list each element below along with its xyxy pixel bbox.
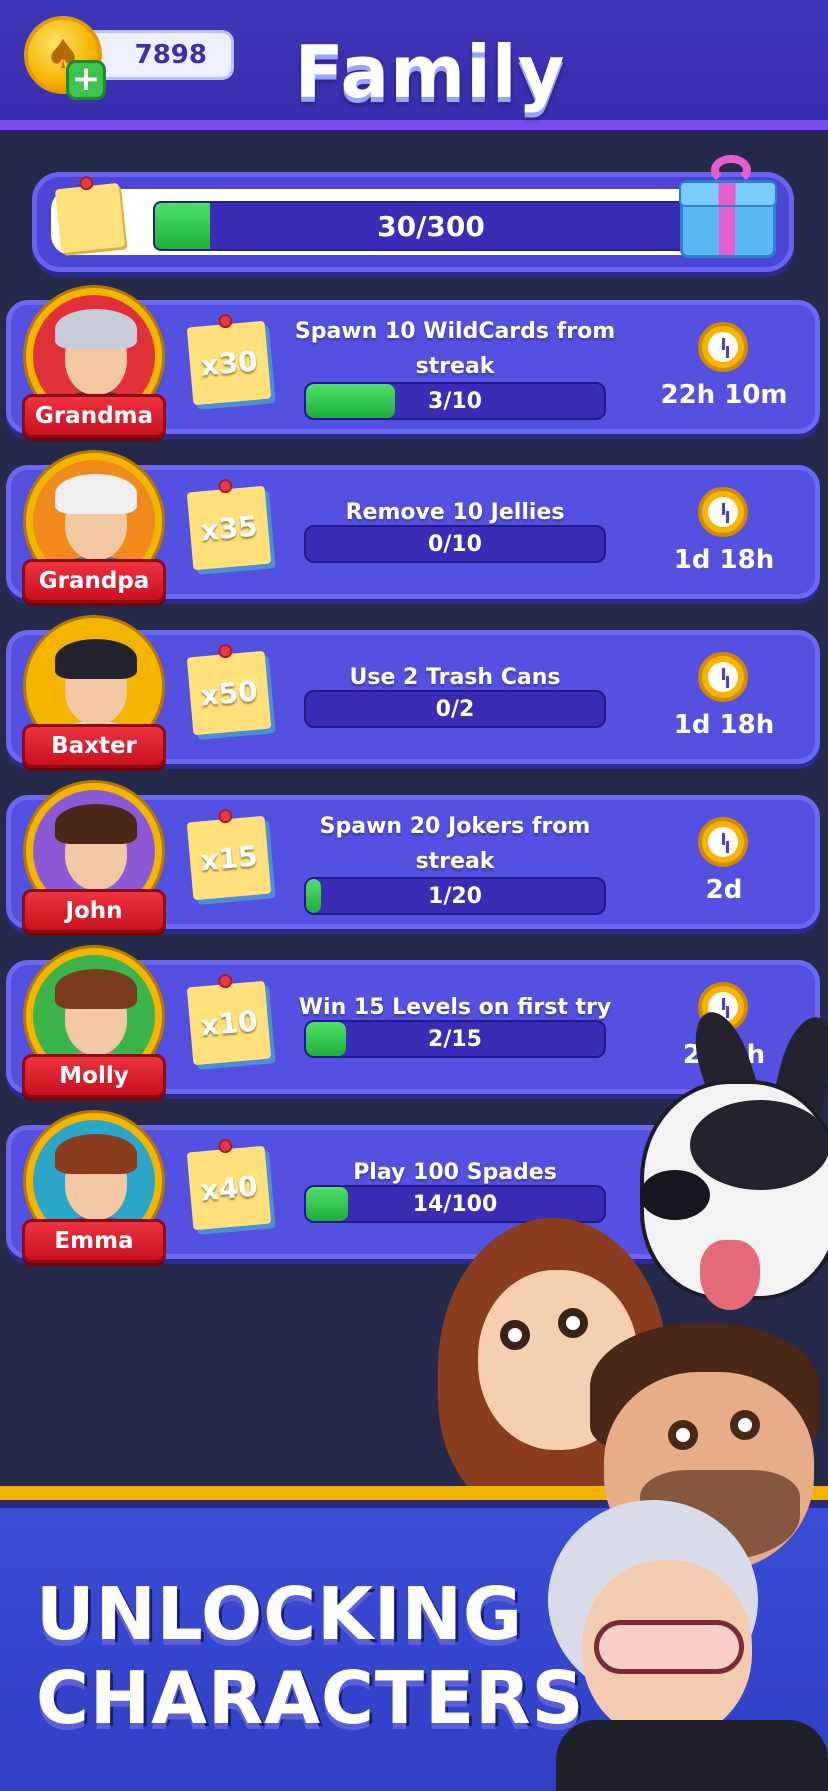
task-title: Spawn 10 WildCards from streak <box>290 314 620 384</box>
task-title: Spawn 20 Jokers from streak <box>290 809 620 879</box>
task-progress-label: 14/100 <box>412 1191 498 1217</box>
grandma-glasses <box>594 1620 744 1674</box>
character-name: John <box>22 889 166 933</box>
reward-amount: x10 <box>199 1004 259 1042</box>
task-timer: 1d 18h <box>673 710 775 740</box>
coin-count: 7898 <box>134 40 207 70</box>
reward-note: x10 <box>186 973 272 1066</box>
promo-line-2: CHARACTERS <box>36 1656 585 1740</box>
pin-icon <box>217 973 233 989</box>
task-progress-bar: 14/100 <box>304 1185 606 1223</box>
gift-bow <box>711 155 751 185</box>
avatar-hair <box>55 474 137 514</box>
task-progress-bar: 0/2 <box>304 690 606 728</box>
reward-amount: x15 <box>199 839 259 877</box>
reward-amount: x40 <box>199 1169 259 1207</box>
promo-line-1: UNLOCKING <box>36 1572 524 1656</box>
task-title-line-1: Spawn 10 WildCards from <box>294 319 616 344</box>
task-title-line-2: streak <box>415 354 495 379</box>
character-name: Grandma <box>22 394 166 438</box>
task-progress-label: 2/15 <box>428 1026 482 1052</box>
reward-note: x50 <box>186 643 272 736</box>
page-title: Family <box>294 30 566 114</box>
pin-icon <box>217 313 233 329</box>
dog-nose <box>640 1170 710 1220</box>
pin-icon <box>78 175 95 191</box>
add-coins-button[interactable]: + <box>66 60 106 100</box>
pin-icon <box>217 643 233 659</box>
task-timer: 1d 18h <box>673 545 775 575</box>
task-timer: 22h 10m <box>660 380 788 410</box>
task-progress-label: 0/2 <box>435 696 475 722</box>
character-name: Emma <box>22 1219 166 1263</box>
task-progress-label: 3/10 <box>428 388 482 414</box>
grandma-jacket <box>556 1720 828 1791</box>
sticky-note-icon <box>54 175 126 254</box>
dog-patch <box>690 1100 828 1190</box>
reward-note: x15 <box>186 808 272 901</box>
task-title-line-2: streak <box>415 849 495 874</box>
clock-icon <box>698 817 748 867</box>
task-progress-bar: 1/20 <box>304 877 606 915</box>
avatar-hair <box>55 969 137 1009</box>
man-eye <box>730 1410 760 1440</box>
task-progress-label: 0/10 <box>428 531 482 557</box>
clock-icon <box>698 322 748 372</box>
task-progress-label: 1/20 <box>428 883 482 909</box>
promo-text: UNLOCKING CHARACTERS <box>36 1572 585 1740</box>
reward-note: x30 <box>186 313 272 406</box>
girl-eye <box>558 1308 588 1338</box>
girl-eye <box>500 1320 530 1350</box>
pin-icon <box>217 478 233 494</box>
character-name: Grandpa <box>22 559 166 603</box>
task-title-line-1: Spawn 20 Jokers from <box>319 814 591 839</box>
avatar-hair <box>55 639 137 679</box>
pin-icon <box>217 808 233 824</box>
clock-icon <box>698 487 748 537</box>
task-timer: 2d <box>705 875 743 905</box>
avatar-hair <box>55 804 137 844</box>
progress-label: 30/300 <box>377 209 485 243</box>
reward-note: x40 <box>186 1138 272 1231</box>
pin-icon <box>217 1138 233 1154</box>
avatar-hair <box>55 1134 137 1174</box>
task-progress-bar: 3/10 <box>304 382 606 420</box>
clock-icon <box>698 652 748 702</box>
reward-amount: x50 <box>199 674 259 712</box>
dog-tongue <box>700 1240 760 1310</box>
reward-amount: x30 <box>199 344 259 382</box>
character-name: Baxter <box>22 724 166 768</box>
task-progress-bar: 2/15 <box>304 1020 606 1058</box>
reward-note: x35 <box>186 478 272 571</box>
family-progress-bar: 30/300 <box>153 201 709 251</box>
character-name: Molly <box>22 1054 166 1098</box>
avatar-hair <box>55 309 137 349</box>
reward-amount: x35 <box>199 509 259 547</box>
man-eye <box>668 1420 698 1450</box>
gift-icon[interactable] <box>679 155 777 258</box>
task-progress-bar: 0/10 <box>304 525 606 563</box>
